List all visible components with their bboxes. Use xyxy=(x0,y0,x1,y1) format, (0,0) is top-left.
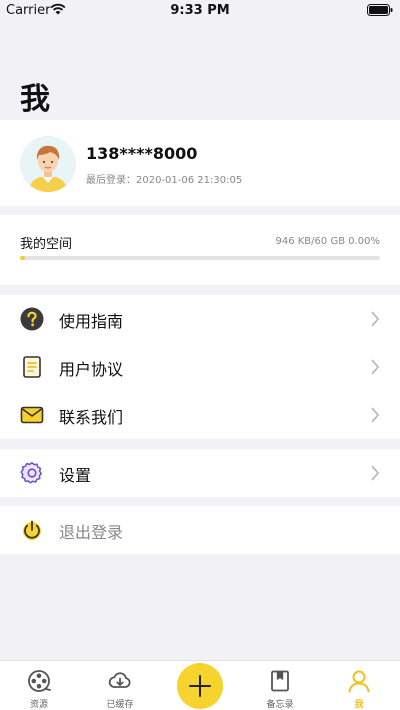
document-icon xyxy=(23,356,41,378)
tab-label-me: 我 xyxy=(354,700,364,710)
power-icon xyxy=(23,520,41,540)
menu-label-logout: 退出登录 xyxy=(59,523,124,542)
chevron-right-icon xyxy=(371,311,380,327)
user-phone: 138****8000 xyxy=(86,144,198,163)
tab-label-resources: 资源 xyxy=(29,700,48,710)
menu-label-agreement: 用户协议 xyxy=(59,360,124,379)
storage-usage: 946 KB/60 GB 0.00% xyxy=(275,236,380,247)
tab-memo[interactable]: 备忘录 xyxy=(250,661,310,710)
menu-label-settings: 设置 xyxy=(59,466,92,485)
question-icon xyxy=(20,307,44,331)
clock: 9:33 PM xyxy=(170,3,230,18)
tab-cached[interactable]: 已缓存 xyxy=(90,661,150,710)
menu-label-guide: 使用指南 xyxy=(59,312,124,331)
storage-progress-bar xyxy=(20,256,380,260)
battery-icon xyxy=(367,4,393,16)
storage-card: 我的空间 946 KB/60 GB 0.00% xyxy=(0,215,400,285)
menu-item-settings[interactable]: 设置 xyxy=(0,449,400,497)
user-icon xyxy=(348,670,370,693)
menu-item-contact[interactable]: 联系我们 xyxy=(0,391,400,439)
plus-icon xyxy=(189,675,211,697)
chevron-right-icon xyxy=(371,465,380,481)
storage-progress-fill xyxy=(20,256,26,260)
bookmark-book-icon xyxy=(271,670,289,692)
chevron-right-icon xyxy=(371,407,380,423)
menu-item-guide[interactable]: 使用指南 xyxy=(0,295,400,343)
tab-resources[interactable]: 资源 xyxy=(9,661,69,710)
menu-label-contact: 联系我们 xyxy=(59,408,124,427)
menu-item-agreement[interactable]: 用户协议 xyxy=(0,343,400,391)
storage-label: 我的空间 xyxy=(20,237,73,252)
tab-label-memo: 备忘录 xyxy=(266,700,294,710)
gear-icon xyxy=(20,462,42,484)
avatar-illustration xyxy=(20,136,76,192)
last-login-time: 最后登录：2020-01-06 21:30:05 xyxy=(86,175,243,186)
logout-button[interactable]: 退出登录 xyxy=(0,506,400,554)
chevron-right-icon xyxy=(371,359,380,375)
tab-label-cached: 已缓存 xyxy=(106,700,134,710)
profile-card[interactable]: 138****8000 最后登录：2020-01-06 21:30:05 xyxy=(0,120,400,206)
mail-icon xyxy=(20,406,44,424)
status-bar: Carrier 9:33 PM xyxy=(0,0,400,22)
avatar[interactable] xyxy=(20,136,76,192)
cloud-download-icon xyxy=(108,672,131,688)
page-title: 我 xyxy=(20,82,51,117)
help-menu-group: 使用指南 用户协议 联系我们 xyxy=(0,295,400,439)
tab-me[interactable]: 我 xyxy=(329,661,389,710)
settings-menu-group: 设置 xyxy=(0,449,400,497)
logout-menu-group: 退出登录 xyxy=(0,506,400,554)
film-reel-icon xyxy=(28,670,51,692)
add-button[interactable] xyxy=(177,663,223,709)
